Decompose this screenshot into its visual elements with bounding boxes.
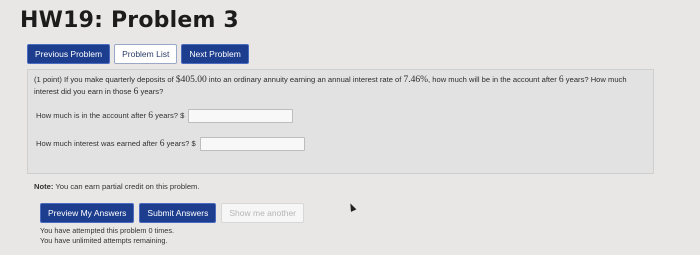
note-text: You can earn partial credit on this prob… bbox=[55, 182, 200, 191]
next-problem-button[interactable]: Next Problem bbox=[181, 44, 249, 64]
problem-list-button[interactable]: Problem List bbox=[114, 44, 178, 64]
partial-credit-note: Note: You can earn partial credit on thi… bbox=[34, 182, 199, 191]
attempts-text: You have attempted this problem bbox=[40, 226, 147, 235]
question-1-years: 6 bbox=[148, 111, 154, 121]
statement-text: , how much will be in the account after bbox=[428, 75, 557, 84]
question-2-row: How much interest was earned after 6 yea… bbox=[36, 137, 305, 151]
attempts-suffix: times. bbox=[154, 226, 175, 235]
preview-answers-button[interactable]: Preview My Answers bbox=[40, 203, 135, 223]
attempt-status: You have attempted this problem 0 times.… bbox=[40, 226, 174, 246]
question-2-suffix: years? $ bbox=[166, 139, 196, 148]
years-value: 6 bbox=[558, 75, 564, 85]
interest-rate: 7.46% bbox=[403, 75, 429, 85]
problem-box: (1 point) If you make quarterly deposits… bbox=[27, 69, 654, 174]
question-2-text: How much interest was earned after bbox=[36, 139, 158, 148]
question-2-label: How much interest was earned after 6 yea… bbox=[36, 139, 196, 149]
question-1-row: How much is in the account after 6 years… bbox=[36, 109, 294, 123]
attempts-line: You have attempted this problem 0 times. bbox=[40, 226, 174, 236]
question-1-suffix: years? $ bbox=[155, 111, 185, 120]
account-balance-input[interactable] bbox=[188, 109, 294, 123]
submit-answers-button[interactable]: Submit Answers bbox=[139, 203, 217, 223]
answer-actions: Preview My Answers Submit Answers Show m… bbox=[40, 203, 304, 223]
attempts-count: 0 bbox=[148, 226, 153, 235]
mouse-pointer-icon bbox=[347, 202, 357, 212]
question-1-text: How much is in the account after bbox=[36, 111, 147, 120]
points-label: (1 point) bbox=[34, 75, 62, 84]
deposit-amount: $405.00 bbox=[175, 75, 207, 85]
years-value: 6 bbox=[133, 87, 139, 97]
note-label: Note: bbox=[34, 182, 54, 191]
problem-navigation: Previous Problem Problem List Next Probl… bbox=[27, 44, 249, 64]
problem-statement: (1 point) If you make quarterly deposits… bbox=[34, 74, 646, 98]
show-another-button[interactable]: Show me another bbox=[221, 203, 304, 223]
remaining-line: You have unlimited attempts remaining. bbox=[40, 236, 168, 245]
statement-text: If you make quarterly deposits of bbox=[63, 75, 174, 84]
page-title: HW19: Problem 3 bbox=[20, 8, 239, 33]
question-1-label: How much is in the account after 6 years… bbox=[36, 111, 184, 121]
interest-earned-input[interactable] bbox=[199, 137, 305, 151]
statement-text: years? bbox=[140, 87, 164, 96]
statement-text: into an ordinary annuity earning an annu… bbox=[208, 75, 402, 84]
question-2-years: 6 bbox=[159, 139, 165, 149]
previous-problem-button[interactable]: Previous Problem bbox=[27, 44, 111, 64]
